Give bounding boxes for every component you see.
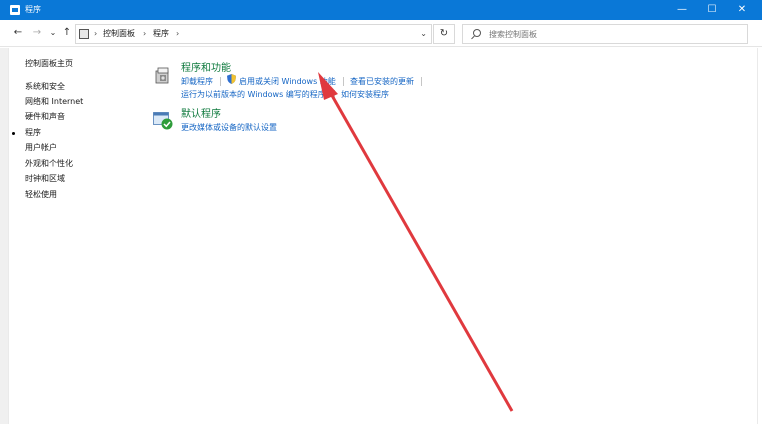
search-box[interactable] [462,24,748,44]
sidebar-item-user-accounts[interactable]: 用户帐户 [25,142,57,154]
close-button[interactable]: ✕ [726,0,758,20]
address-path[interactable]: › 控制面板 › 程序 › ⌄ [75,24,432,44]
run-older-programs-link[interactable]: 运行为以前版本的 Windows 编写的程序 [181,89,326,100]
sidebar-item-hardware-sound[interactable]: 硬件和声音 [25,111,65,123]
sidebar-item-programs[interactable]: 程序 [12,127,41,139]
programs-features-icon [155,67,169,84]
window-title: 程序 [25,5,41,14]
link-separator [220,77,221,86]
minimize-button[interactable]: — [666,0,698,20]
title-bar: 程序 — ☐ ✕ [0,0,762,20]
background-edge [0,48,8,424]
breadcrumb-separator[interactable]: › [94,28,97,40]
sidebar-item-label: 程序 [25,128,41,137]
forward-button[interactable]: → [30,26,44,40]
category-default-programs-title[interactable]: 默认程序 [181,108,221,121]
refresh-button[interactable]: ↻ [433,24,455,44]
up-button[interactable]: ↑ [60,26,74,40]
recent-locations-dropdown[interactable]: ⌄ [46,26,60,40]
active-bullet [12,132,15,135]
search-icon [473,29,481,37]
breadcrumb-programs[interactable]: 程序 [153,28,169,40]
change-media-defaults-link[interactable]: 更改媒体或设备的默认设置 [181,122,277,133]
control-panel-small-icon [79,29,89,39]
search-input[interactable] [489,27,739,41]
chevron-down-icon[interactable]: ⌄ [420,28,427,40]
back-button[interactable]: ← [11,26,25,40]
uac-shield-icon [227,74,236,84]
control-panel-icon [10,5,20,15]
sidebar-item-system-security[interactable]: 系统和安全 [25,81,65,93]
default-programs-icon [153,112,173,130]
view-installed-updates-link[interactable]: 查看已安装的更新 [350,76,414,87]
breadcrumb-separator[interactable]: › [143,28,146,40]
category-programs-features-title[interactable]: 程序和功能 [181,62,231,75]
breadcrumb-control-panel[interactable]: 控制面板 [103,28,135,40]
maximize-button[interactable]: ☐ [696,0,728,20]
link-separator [334,90,335,99]
main-content: 控制面板主页 系统和安全 网络和 Internet 硬件和声音 程序 用户帐户 … [8,48,758,424]
link-separator [343,77,344,86]
uninstall-program-link[interactable]: 卸载程序 [181,76,213,87]
turn-windows-features-link[interactable]: 启用或关闭 Windows 功能 [239,76,336,87]
link-separator [421,77,422,86]
sidebar-home-link[interactable]: 控制面板主页 [25,58,73,70]
breadcrumb-separator[interactable]: › [176,28,179,40]
sidebar-item-ease-of-access[interactable]: 轻松使用 [25,189,57,201]
how-to-install-link[interactable]: 如何安装程序 [341,89,389,100]
sidebar-item-network[interactable]: 网络和 Internet [25,96,83,108]
address-bar: ← → ⌄ ↑ › 控制面板 › 程序 › ⌄ ↻ [0,20,762,47]
sidebar-item-clock-region[interactable]: 时钟和区域 [25,173,65,185]
sidebar-item-appearance[interactable]: 外观和个性化 [25,158,73,170]
